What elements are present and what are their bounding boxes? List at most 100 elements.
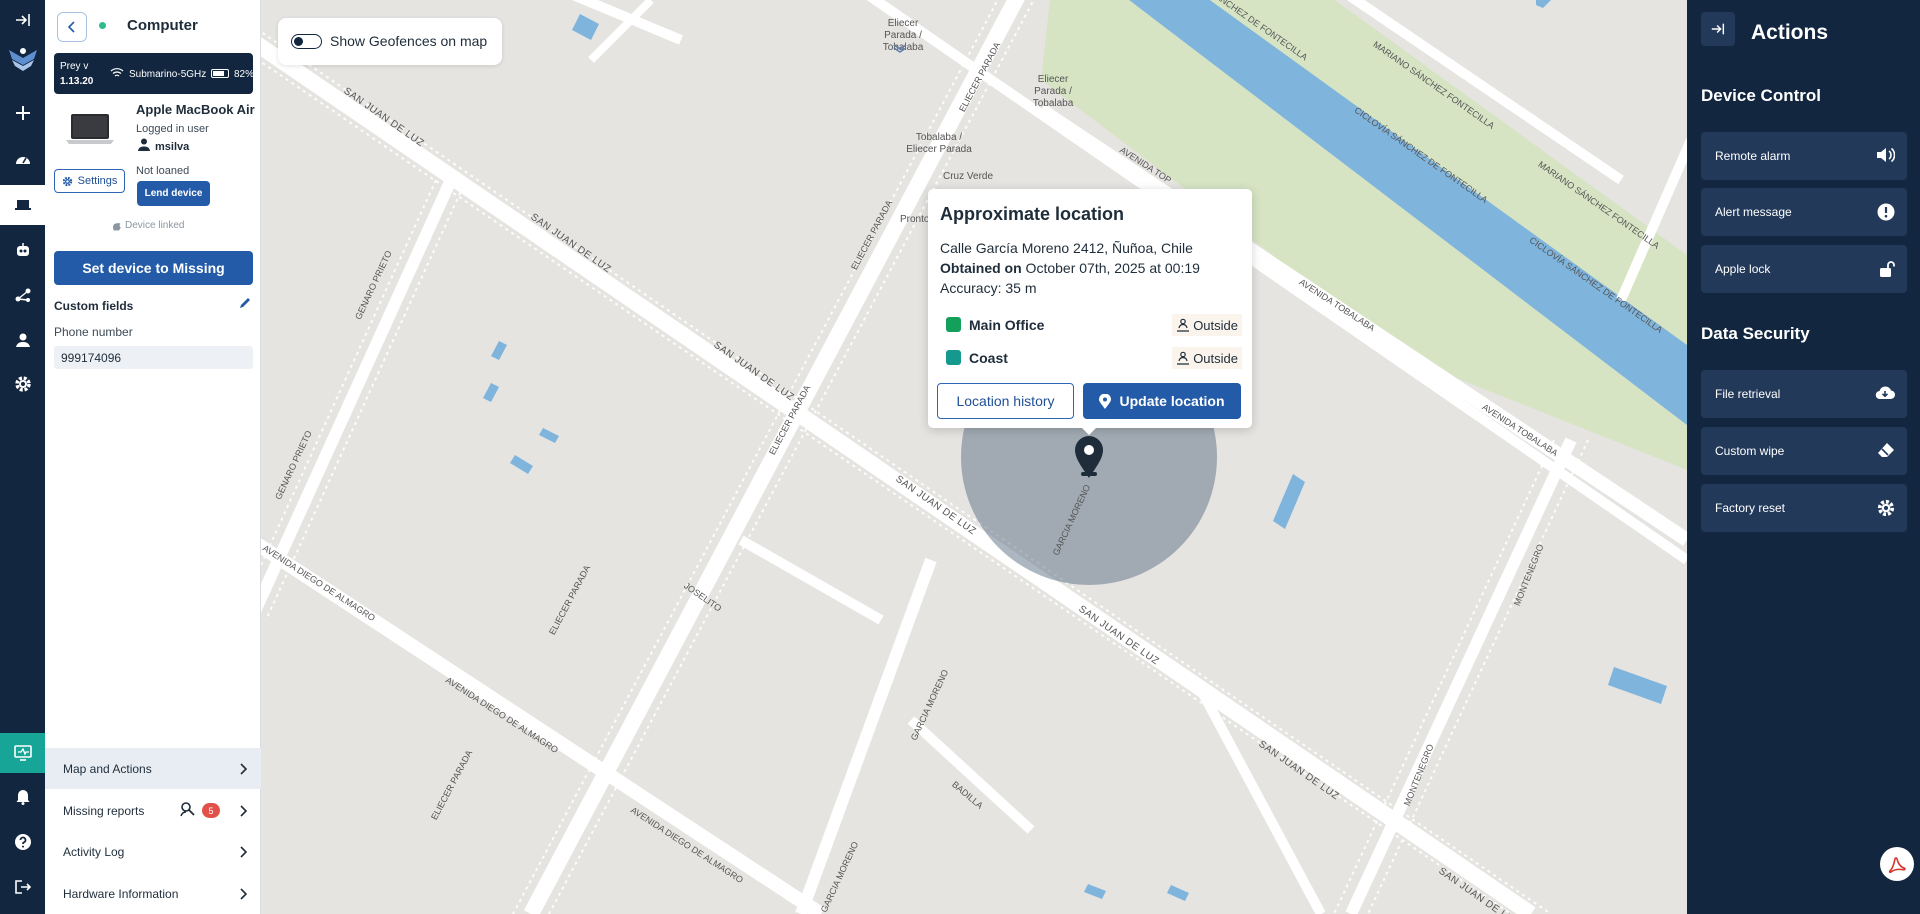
eraser-icon: [1878, 443, 1894, 457]
help-icon[interactable]: [0, 822, 45, 862]
alert-message-label: Alert message: [1715, 205, 1792, 219]
chevron-right-icon: [240, 805, 247, 817]
map-canvas[interactable]: [261, 0, 1687, 914]
nav-activity-log-label: Activity Log: [63, 844, 125, 859]
device-status-box: Prey v 1.13.20 Submarino-5GHz 82%: [54, 53, 254, 94]
device-model: Apple MacBook Air: [136, 102, 255, 117]
person-outside-icon: [1177, 351, 1190, 365]
apple-lock-button[interactable]: Apple lock: [1701, 245, 1907, 293]
chevron-right-icon: [240, 846, 247, 858]
monitor-icon[interactable]: [0, 733, 45, 773]
actions-panel: Actions Device Control Remote alarm Aler…: [1687, 0, 1920, 914]
wifi-icon: [110, 68, 124, 77]
factory-reset-button[interactable]: Factory reset: [1701, 484, 1907, 532]
file-retrieval-button[interactable]: File retrieval: [1701, 370, 1907, 418]
nav-missing-reports-label: Missing reports: [63, 803, 145, 818]
online-status-dot: [99, 22, 106, 29]
location-history-button[interactable]: Location history: [937, 383, 1074, 419]
geofence-toggle-switch[interactable]: [291, 34, 322, 49]
apple-lock-label: Apple lock: [1715, 262, 1771, 276]
speaker-icon: [1877, 147, 1895, 163]
nav-map-and-actions[interactable]: Map and Actions: [45, 748, 261, 789]
geofence-toggle-card: Show Geofences on map: [278, 18, 502, 65]
geofence-status-label: Outside: [1193, 317, 1238, 333]
device-control-title: Device Control: [1701, 86, 1821, 105]
custom-wipe-button[interactable]: Custom wipe: [1701, 427, 1907, 475]
device-type-title: Computer: [127, 17, 198, 34]
transit-stop-label: Cruz Verde: [943, 171, 994, 182]
set-missing-button[interactable]: Set device to Missing: [54, 251, 253, 285]
remote-alarm-label: Remote alarm: [1715, 149, 1791, 163]
transit-stop-label: Tobalaba / Eliecer Parada: [906, 132, 972, 155]
map-pin-icon: [1099, 393, 1112, 409]
settings-button-label: Settings: [77, 175, 118, 187]
factory-reset-label: Factory reset: [1715, 501, 1786, 515]
gear-icon: [62, 176, 72, 186]
chevron-left-icon: [67, 21, 75, 33]
actions-title: Actions: [1751, 21, 1829, 44]
popup-address: Calle García Moreno 2412, Ñuñoa, Chile: [940, 240, 1193, 256]
nav-activity-log[interactable]: Activity Log: [45, 831, 261, 872]
alert-icon: [1877, 203, 1895, 221]
nav-map-and-actions-label: Map and Actions: [63, 761, 152, 776]
device-panel: Computer Prey v 1.13.20 Submarino-5GHz 8…: [45, 0, 261, 914]
laptop-icon[interactable]: [0, 185, 45, 225]
geofence-color-swatch: [946, 317, 961, 332]
geofence-name: Main Office: [969, 317, 1045, 333]
loan-status: Not loaned: [136, 165, 190, 177]
phone-number-label: Phone number: [54, 325, 133, 339]
unlock-icon: [1880, 261, 1895, 277]
popup-obtained: Obtained on October 07th, 2025 at 00:19: [940, 260, 1200, 276]
geofence-status: Outside: [1172, 314, 1242, 336]
laptop-image: [66, 114, 114, 144]
geofence-status-label: Outside: [1193, 350, 1238, 366]
location-popup: Approximate location Calle García Moreno…: [928, 189, 1252, 435]
logout-icon[interactable]: [0, 867, 45, 907]
phone-number-value: 999174096: [54, 346, 253, 369]
custom-fields-title: Custom fields: [54, 299, 134, 313]
network-icon[interactable]: [0, 275, 45, 315]
apple-icon: [113, 222, 121, 231]
transit-stop-icon: [893, 44, 907, 53]
collapse-icon[interactable]: [0, 0, 45, 40]
nav-missing-reports[interactable]: Missing reports 5: [45, 790, 261, 831]
map-view[interactable]: SAN JUAN DE LUZ SAN JUAN DE LUZ SAN JUAN…: [261, 0, 1687, 914]
collapse-actions-button[interactable]: [1701, 12, 1735, 46]
left-rail: [0, 0, 45, 914]
update-location-button[interactable]: Update location: [1083, 383, 1241, 419]
pdf-icon[interactable]: [1880, 847, 1914, 881]
prey-version-label: Prey v: [60, 61, 89, 72]
lend-device-button[interactable]: Lend device: [137, 181, 210, 206]
dashboard-icon[interactable]: [0, 139, 45, 179]
detective-icon: [180, 802, 195, 817]
geofence-row: Coast Outside: [940, 347, 1242, 369]
transit-stop-label: Eliecer Parada / Tobalaba: [1032, 74, 1074, 109]
device-linked-status: Device linked: [113, 220, 184, 231]
nav-hardware-information[interactable]: Hardware Information: [45, 873, 261, 914]
battery-icon: [211, 69, 229, 78]
robot-icon[interactable]: [0, 230, 45, 270]
geofence-color-swatch: [946, 350, 961, 365]
nav-hardware-information-label: Hardware Information: [63, 886, 179, 901]
custom-wipe-label: Custom wipe: [1715, 444, 1785, 458]
gear-icon: [1877, 499, 1895, 517]
pencil-icon[interactable]: [238, 296, 252, 310]
geofence-name: Coast: [969, 350, 1008, 366]
prey-version: 1.13.20: [60, 76, 94, 87]
bell-icon[interactable]: [0, 776, 45, 816]
logged-in-username: msilva: [155, 141, 190, 153]
back-button[interactable]: [57, 12, 87, 42]
alert-message-button[interactable]: Alert message: [1701, 188, 1907, 236]
update-location-label: Update location: [1119, 393, 1225, 409]
user-icon[interactable]: [0, 320, 45, 360]
geofence-row: Main Office Outside: [940, 314, 1242, 336]
person-outside-icon: [1177, 318, 1190, 332]
transit-stop-label: Pronto: [900, 214, 930, 225]
plus-icon[interactable]: [0, 93, 45, 133]
remote-alarm-button[interactable]: Remote alarm: [1701, 132, 1907, 180]
logged-in-label: Logged in user: [136, 123, 209, 135]
prey-logo-icon[interactable]: [0, 38, 45, 80]
geofence-toggle-label: Show Geofences on map: [330, 33, 488, 49]
gear-icon[interactable]: [0, 364, 45, 404]
settings-button[interactable]: Settings: [54, 169, 125, 193]
